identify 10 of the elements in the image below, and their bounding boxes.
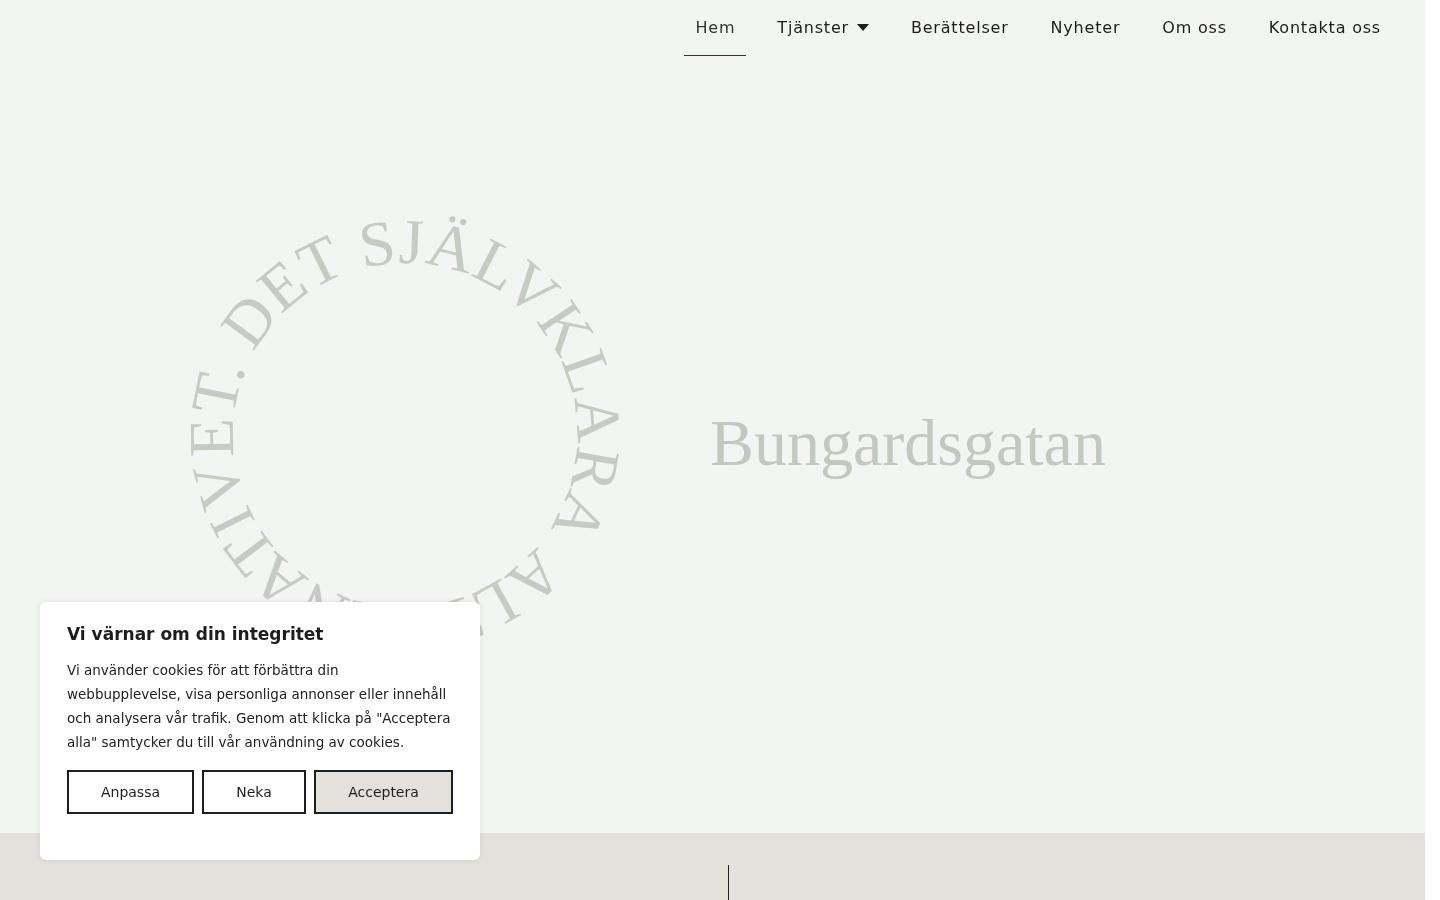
cookie-button[interactable]: Neka (202, 770, 306, 814)
cookie-button[interactable]: Acceptera (314, 770, 453, 814)
nav-link[interactable]: Om oss (1151, 0, 1238, 56)
cookie-button[interactable]: Anpassa (67, 770, 194, 814)
nav-link[interactable]: Hem (684, 0, 747, 56)
nav-link[interactable]: Berättelser (899, 0, 1020, 56)
nav-link[interactable]: Tjänster (766, 0, 880, 56)
nav-link[interactable]: Kontakta oss (1257, 0, 1392, 56)
cookie-text: Vi använder cookies för att förbättra din webbupplevelse, visa personliga annonser eller innehåll och analysera vår trafik. Genom att klicka på "Acceptera alla" samtycker du till vår användning av cookies. (67, 661, 452, 752)
nav-link[interactable]: Nyheter (1039, 0, 1132, 56)
